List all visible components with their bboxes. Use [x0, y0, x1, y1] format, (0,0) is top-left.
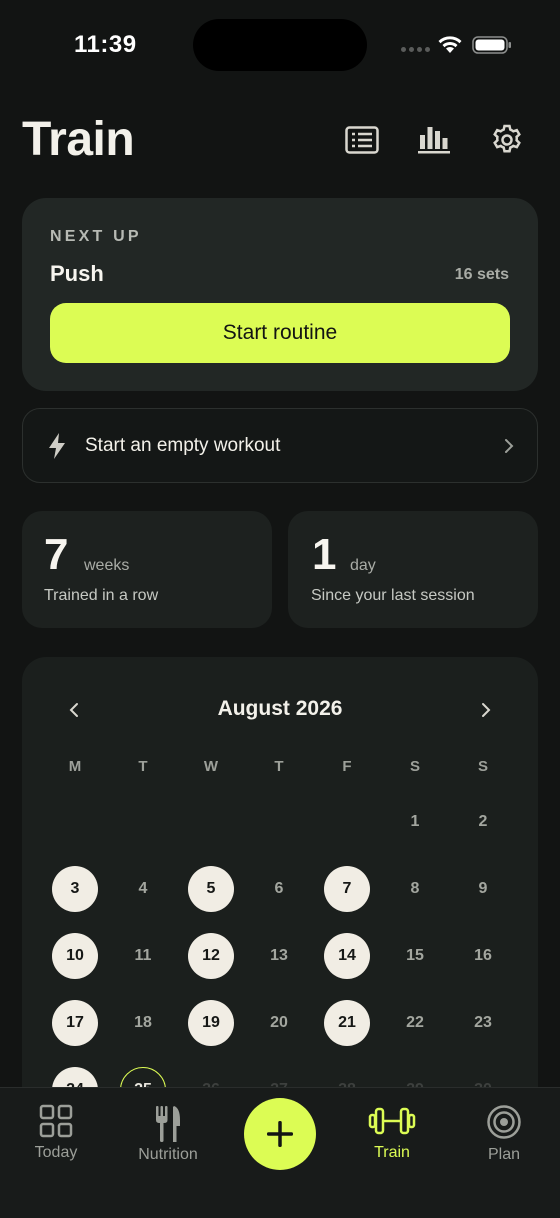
calendar-day[interactable]: 16: [460, 933, 506, 979]
calendar-day[interactable]: 8: [392, 866, 438, 912]
routine-name: Push: [50, 261, 104, 286]
routine-set-count: 16 sets: [454, 266, 509, 283]
weekday-label: S: [477, 758, 488, 775]
weekday-label: M: [68, 758, 82, 775]
stats-button[interactable]: [414, 120, 454, 160]
calendar-day[interactable]: 6: [256, 866, 302, 912]
fork-knife-icon: [156, 1106, 180, 1142]
weekday-label: W: [203, 758, 219, 775]
weekly-streak-card: 7 weeks Trained in a row: [22, 511, 272, 628]
tab-nutrition[interactable]: Nutrition: [118, 1104, 218, 1164]
tab-label: Today: [34, 1144, 78, 1161]
status-time: 11:39: [74, 31, 137, 58]
last-session-card: 1 day Since your last session: [288, 511, 538, 628]
calendar-day[interactable]: 20: [256, 1000, 302, 1046]
plus-icon: [267, 1121, 293, 1147]
tab-today[interactable]: Today: [6, 1104, 106, 1162]
gear-icon: [493, 124, 521, 153]
start-routine-button[interactable]: Start routine: [50, 303, 510, 363]
add-button[interactable]: [244, 1098, 316, 1170]
calendar-day[interactable]: 19: [188, 1000, 234, 1046]
grid-icon: [39, 1104, 73, 1138]
weekday-label: F: [342, 758, 352, 775]
calendar-day[interactable]: 4: [120, 866, 166, 912]
streak-description: Trained in a row: [44, 587, 159, 604]
calendar-day[interactable]: 13: [256, 933, 302, 979]
calendar-day[interactable]: 9: [460, 866, 506, 912]
calendar-day[interactable]: 18: [120, 1000, 166, 1046]
wifi-icon: [438, 36, 462, 53]
weekday-label: T: [138, 758, 148, 775]
training-calendar: August 2026 M T W T F S S 1 2 3 4 5 6 7 8 9 10 11 1…: [22, 657, 538, 1117]
since-value: 1: [312, 530, 337, 579]
calendar-day[interactable]: 1: [392, 799, 438, 845]
tab-label: Plan: [487, 1146, 521, 1163]
chevron-right-icon: [505, 439, 514, 453]
calendar-day[interactable]: 15: [392, 933, 438, 979]
cellular-signal-icon: [401, 47, 430, 52]
next-up-label: NEXT UP: [50, 228, 142, 245]
calendar-day[interactable]: 23: [460, 1000, 506, 1046]
calendar-day[interactable]: 21: [324, 1000, 370, 1046]
calendar-day[interactable]: 5: [188, 866, 234, 912]
since-unit: day: [350, 557, 376, 574]
next-up-card: NEXT UP Push 16 sets Start routine: [22, 198, 538, 391]
calendar-month-title: August 2026: [217, 697, 343, 720]
target-icon: [487, 1105, 521, 1139]
since-description: Since your last session: [311, 587, 475, 604]
bar-chart-icon: [418, 127, 450, 154]
calendar-day[interactable]: 7: [324, 866, 370, 912]
tab-label: Nutrition: [138, 1146, 198, 1163]
next-month-button[interactable]: [471, 697, 501, 723]
calendar-day[interactable]: 11: [120, 933, 166, 979]
streak-value: 7: [44, 530, 69, 579]
empty-workout-label: Start an empty workout: [85, 435, 281, 456]
calendar-day[interactable]: 3: [52, 866, 98, 912]
calendar-day[interactable]: 17: [52, 1000, 98, 1046]
dynamic-island: [193, 19, 367, 71]
calendar-day[interactable]: 14: [324, 933, 370, 979]
weekday-label: T: [274, 758, 284, 775]
battery-icon: [472, 36, 511, 54]
page-title: Train: [22, 113, 135, 166]
calendar-day[interactable]: 22: [392, 1000, 438, 1046]
start-empty-workout-row[interactable]: Start an empty workout: [22, 408, 538, 483]
streak-unit: weeks: [84, 557, 130, 574]
weekday-label: S: [409, 758, 420, 775]
chevron-right-icon: [482, 703, 491, 717]
lightning-icon: [49, 433, 65, 459]
settings-button[interactable]: [487, 120, 527, 160]
tab-plan[interactable]: Plan: [454, 1104, 554, 1164]
tab-bar: Today Nutrition Train Plan: [0, 1087, 560, 1218]
tab-train[interactable]: Train: [342, 1104, 442, 1162]
calendar-day[interactable]: 10: [52, 933, 98, 979]
list-icon: [345, 126, 379, 154]
calendar-day[interactable]: 12: [188, 933, 234, 979]
calendar-day[interactable]: 2: [460, 799, 506, 845]
workout-log-button[interactable]: [342, 120, 382, 160]
tab-label: Train: [374, 1144, 410, 1161]
status-bar: 11:39: [0, 0, 560, 92]
dumbbell-icon: [368, 1107, 416, 1135]
